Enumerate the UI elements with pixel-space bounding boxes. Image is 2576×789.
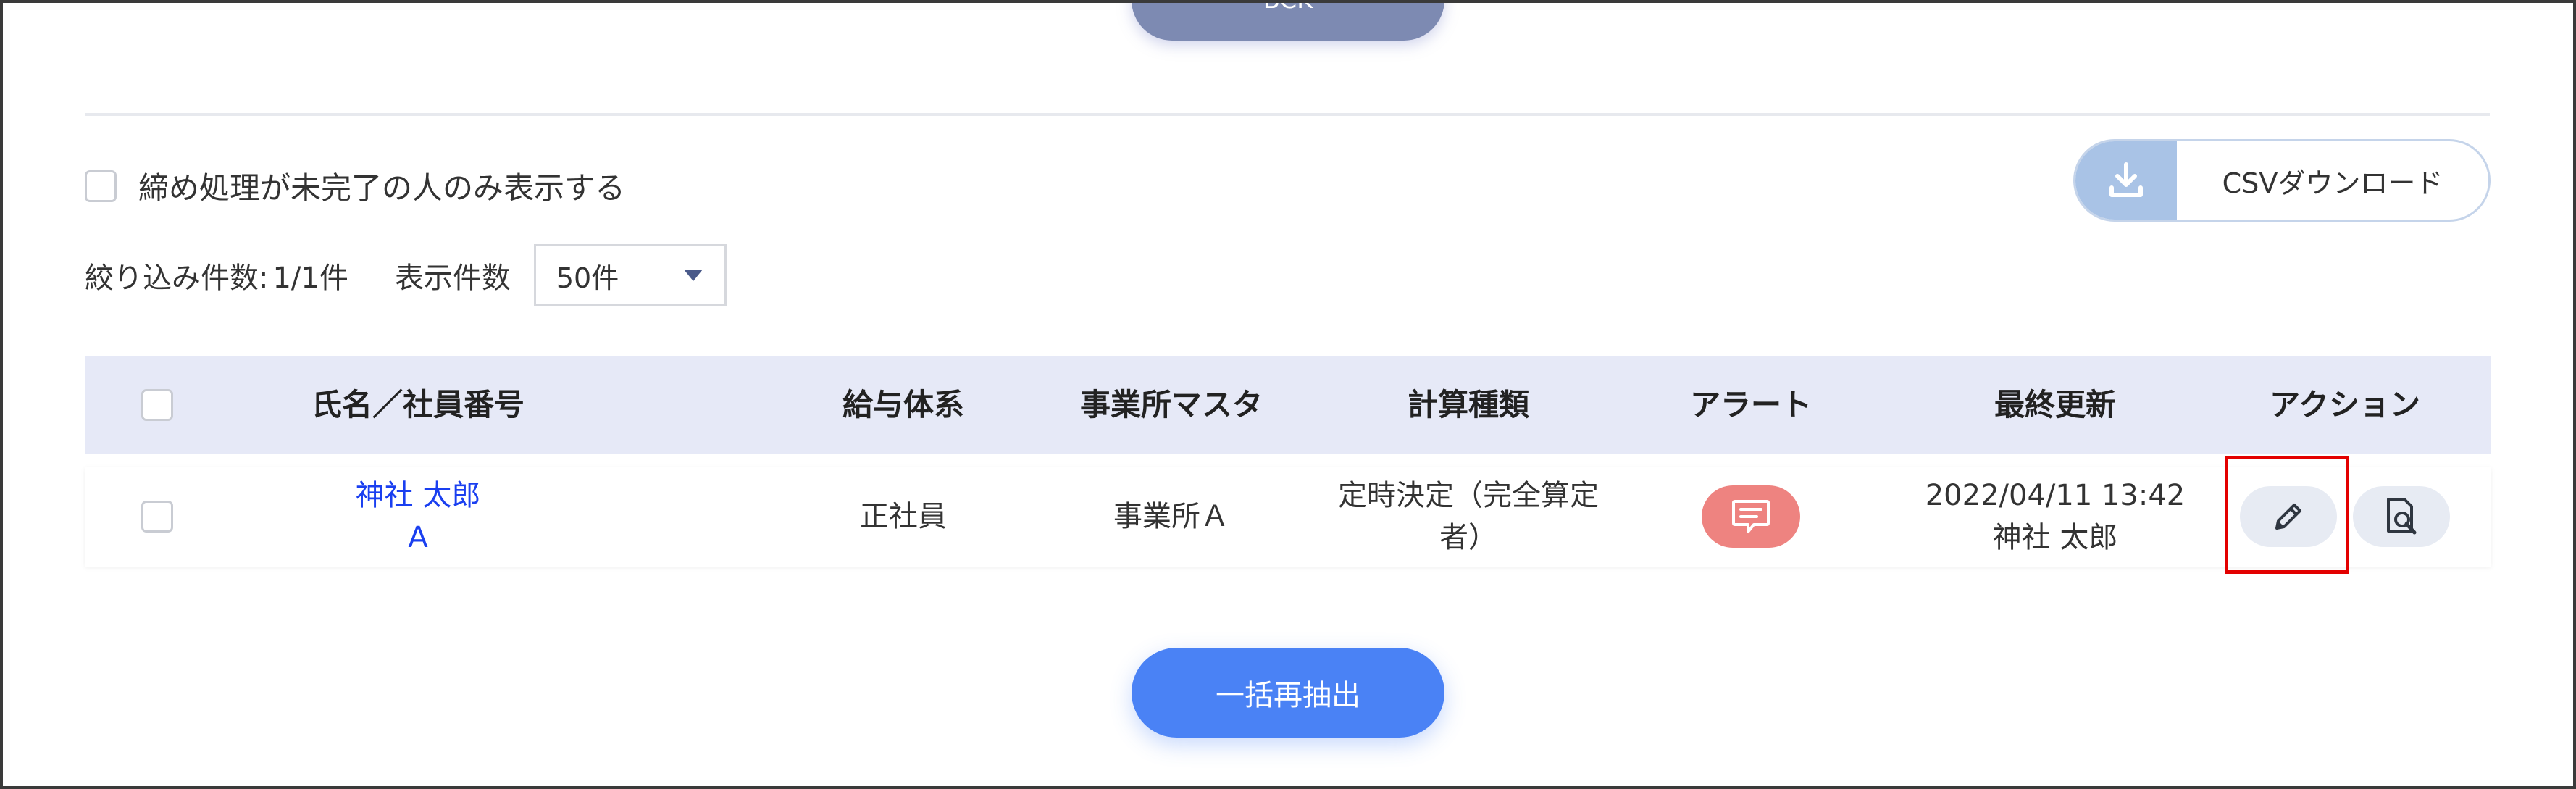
bulk-reextract-button[interactable]: 一括再抽出 xyxy=(1132,648,1444,738)
message-alert-icon[interactable] xyxy=(1702,485,1800,548)
csv-download-label: CSVダウンロード xyxy=(2222,167,2443,199)
office-cell: 事業所Ａ xyxy=(1113,500,1229,533)
header-alert[interactable]: アラート xyxy=(1642,356,1860,454)
incomplete-only-checkbox[interactable] xyxy=(85,170,117,202)
document-search-icon xyxy=(2387,498,2417,535)
per-page-select[interactable]: 50件 xyxy=(533,244,727,306)
chevron-down-icon xyxy=(683,270,703,281)
action-cell xyxy=(2207,467,2483,567)
incomplete-only-label[interactable]: 締め処理が未完了の人のみ表示する xyxy=(138,164,625,208)
updated-by: 神社 太郎 xyxy=(1992,521,2118,554)
pencil-icon xyxy=(2275,504,2301,530)
incomplete-filter: 締め処理が未完了の人のみ表示する xyxy=(85,164,625,208)
row-select-cell xyxy=(85,467,230,567)
header-action: アクション xyxy=(2270,386,2420,422)
select-all-checkbox[interactable] xyxy=(141,389,173,421)
row-checkbox[interactable] xyxy=(141,501,173,533)
per-page-label: 表示件数 xyxy=(394,262,511,295)
csv-download-button[interactable]: CSVダウンロード xyxy=(2073,139,2491,222)
top-action-button[interactable]: BCK xyxy=(1132,3,1444,41)
per-page-value: 50件 xyxy=(556,262,619,294)
employee-name-link[interactable]: 神社 太郎 xyxy=(356,475,481,517)
page-frame: BCK 締め処理が未完了の人のみ表示する CSVダウンロード 絞り込み件数: 1… xyxy=(0,0,2576,789)
preview-button[interactable] xyxy=(2353,486,2450,547)
filtered-count-label: 絞り込み件数: xyxy=(85,262,269,295)
header-calc-type[interactable]: 計算種類 xyxy=(1316,356,1621,454)
employee-number-link[interactable]: A xyxy=(408,517,427,559)
filtered-count-value: 1/1件 xyxy=(272,262,348,295)
header-name[interactable]: 氏名／社員番号 xyxy=(251,356,585,454)
count-bar: 絞り込み件数: 1/1件 表示件数 50件 xyxy=(85,244,727,306)
calc-type-cell: 定時決定（完全算定者） xyxy=(1316,467,1621,567)
pay-system-cell: 正社員 xyxy=(860,500,947,533)
header-office[interactable]: 事業所マスタ xyxy=(1048,356,1295,454)
header-last-updated[interactable]: 最終更新 xyxy=(1910,356,2200,454)
last-updated-cell: 2022/04/11 13:42 神社 太郎 xyxy=(1910,467,2200,567)
header-select-cell xyxy=(85,356,230,454)
download-icon xyxy=(2075,141,2177,220)
employee-cell: 神社 太郎 A xyxy=(251,467,585,567)
table-header: 氏名／社員番号 給与体系 事業所マスタ 計算種類 アラート 最終更新 アクション xyxy=(85,356,2491,454)
table-row: 神社 太郎 A 正社員 事業所Ａ 定時決定（完全算定者） 2022/04/11 … xyxy=(85,467,2491,567)
updated-at: 2022/04/11 13:42 xyxy=(1925,479,2186,512)
section-divider xyxy=(85,113,2490,116)
header-pay-system[interactable]: 給与体系 xyxy=(795,356,1012,454)
alert-cell xyxy=(1642,467,1860,567)
edit-button[interactable] xyxy=(2240,486,2337,547)
calc-type-text: 定時決定（完全算定者） xyxy=(1338,479,1599,554)
